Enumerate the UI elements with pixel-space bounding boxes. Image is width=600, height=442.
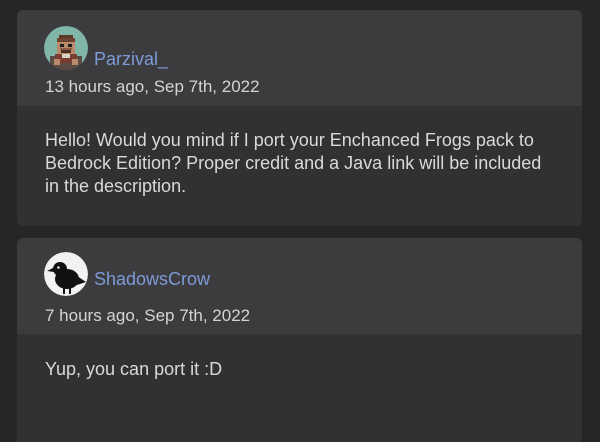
comment-header: Parzival_ 13 hours ago, Sep 7th, 2022 bbox=[17, 10, 582, 106]
comment-timestamp: 7 hours ago, Sep 7th, 2022 bbox=[45, 306, 251, 325]
comment-timestamp: 13 hours ago, Sep 7th, 2022 bbox=[45, 77, 260, 96]
comment-thread: Parzival_ 13 hours ago, Sep 7th, 2022 He… bbox=[0, 0, 600, 442]
username-link[interactable]: ShadowsCrow bbox=[94, 268, 210, 290]
comment-header: ShadowsCrow 7 hours ago, Sep 7th, 2022 bbox=[17, 238, 582, 334]
comment-card: Parzival_ 13 hours ago, Sep 7th, 2022 He… bbox=[17, 10, 582, 226]
crow-avatar-icon[interactable] bbox=[44, 252, 88, 296]
comment-text: Yup, you can port it :D bbox=[17, 334, 582, 442]
comment-text: Hello! Would you mind if I port your Enc… bbox=[17, 106, 582, 226]
pixel-character-avatar-icon[interactable] bbox=[44, 26, 88, 70]
comment-card: ShadowsCrow 7 hours ago, Sep 7th, 2022 Y… bbox=[17, 238, 582, 442]
username-link[interactable]: Parzival_ bbox=[94, 48, 168, 70]
